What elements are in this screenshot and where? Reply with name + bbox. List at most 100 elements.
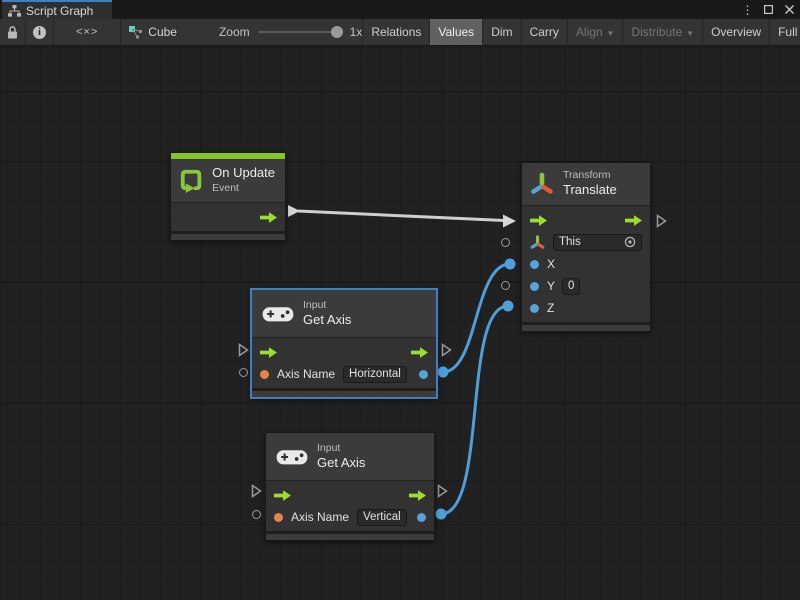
y-value: 0: [568, 280, 574, 292]
info-icon: i: [33, 26, 46, 39]
port-flow-in-unconnected[interactable]: [237, 343, 249, 357]
axis-name-value: Vertical: [363, 511, 401, 523]
node-get-axis-horizontal[interactable]: Input Get Axis Axis Name Horizontal: [251, 289, 437, 398]
port-flow-out-unconnected[interactable]: [440, 343, 452, 357]
flow-in-port[interactable]: [274, 490, 291, 501]
port-row-y: Y 0: [522, 275, 650, 297]
node-footer: [266, 531, 434, 540]
fullscreen-label: Full Screen: [778, 25, 800, 39]
port-flow-out-unconnected[interactable]: [655, 214, 667, 228]
maximize-icon[interactable]: [760, 1, 777, 18]
node-get-axis-vertical[interactable]: Input Get Axis Axis Name Vertical: [265, 432, 435, 541]
relations-label: Relations: [371, 25, 421, 39]
toolbar-right-group: Relations Values Dim Carry Align▼ Distri…: [362, 19, 800, 45]
flow-out-port[interactable]: [409, 490, 426, 501]
port-flow-in-unconnected[interactable]: [250, 484, 262, 498]
gamepad-icon: [276, 447, 308, 467]
graph-owner-ref[interactable]: Cube: [121, 19, 185, 45]
axis-name-field[interactable]: Horizontal: [343, 366, 407, 383]
node-titles: Input Get Axis: [303, 299, 351, 328]
value-in-port-y[interactable]: [530, 282, 539, 291]
lock-button[interactable]: [0, 19, 26, 45]
port-row-flow: [171, 206, 285, 228]
axis-name-value: Horizontal: [349, 368, 401, 380]
node-header[interactable]: Input Get Axis: [266, 433, 434, 480]
distribute-button[interactable]: Distribute▼: [623, 19, 703, 45]
gamepad-icon: [262, 304, 294, 324]
target-picker-icon[interactable]: [624, 236, 636, 248]
port-value-in-unconnected[interactable]: [237, 365, 249, 379]
flow-out-port[interactable]: [625, 215, 642, 226]
value-out-port[interactable]: [419, 370, 428, 379]
node-footer: [171, 231, 285, 240]
node-header[interactable]: Input Get Axis: [252, 290, 436, 337]
port-row-x: X: [522, 253, 650, 275]
node-translate[interactable]: Transform Translate Thi: [521, 162, 651, 332]
port-label-x: X: [547, 257, 555, 271]
y-value-field[interactable]: 0: [562, 278, 580, 295]
node-header[interactable]: On Update Event: [171, 159, 285, 202]
value-out-port[interactable]: [417, 513, 426, 522]
node-footer: [522, 322, 650, 331]
flow-in-port[interactable]: [260, 347, 277, 358]
carry-label: Carry: [530, 25, 559, 39]
port-row-z: Z: [522, 297, 650, 319]
flow-out-port[interactable]: [260, 212, 277, 223]
node-on-update[interactable]: On Update Event: [170, 152, 286, 241]
dim-button[interactable]: Dim: [483, 19, 521, 45]
port-flow-out-unconnected[interactable]: [436, 484, 448, 498]
axis-name-field[interactable]: Vertical: [357, 509, 407, 526]
window-controls: ⋮: [739, 0, 798, 19]
circle-port-icon: [252, 510, 261, 519]
node-header[interactable]: Transform Translate: [522, 163, 650, 205]
edit-graph-button[interactable]: <×>: [54, 19, 121, 45]
wire-value-horizontal-x[interactable]: [438, 259, 516, 378]
title-bar: Script Graph ⋮: [0, 0, 800, 19]
circle-port-icon: [501, 281, 510, 290]
transform-port-icon[interactable]: [530, 235, 545, 250]
zoom-slider[interactable]: [258, 31, 342, 33]
node-titles: Transform Translate: [563, 169, 617, 198]
flow-in-port[interactable]: [530, 215, 547, 226]
fullscreen-button[interactable]: Full Screen: [770, 19, 800, 45]
node-titles: On Update Event: [212, 165, 275, 194]
distribute-label: Distribute: [631, 25, 682, 39]
relations-button[interactable]: Relations: [363, 19, 430, 45]
kebab-menu-icon[interactable]: ⋮: [739, 1, 756, 18]
value-in-port-z[interactable]: [530, 304, 539, 313]
transform-icon: [530, 172, 554, 196]
node-footer: [252, 388, 436, 397]
inspect-button[interactable]: i: [26, 19, 54, 45]
wire-control-onupdate-translate[interactable]: [288, 205, 516, 228]
port-row-flow: [522, 209, 650, 231]
tab-label: Script Graph: [26, 4, 93, 18]
flow-out-port[interactable]: [411, 347, 428, 358]
values-button[interactable]: Values: [430, 19, 483, 45]
graph-canvas[interactable]: On Update Event Tran: [0, 46, 800, 600]
graph-owner-label: Cube: [148, 25, 177, 39]
close-icon[interactable]: [781, 1, 798, 18]
port-value-in-unconnected[interactable]: [250, 507, 262, 521]
carry-button[interactable]: Carry: [522, 19, 568, 45]
string-in-port[interactable]: [260, 370, 269, 379]
zoom-slider-handle[interactable]: [331, 26, 343, 38]
port-target-in-unconnected[interactable]: [499, 235, 511, 249]
axis-name-label: Axis Name: [291, 510, 349, 524]
values-label: Values: [438, 25, 474, 39]
node-title: Translate: [563, 182, 617, 198]
value-in-port-x[interactable]: [530, 260, 539, 269]
axis-name-label: Axis Name: [277, 367, 335, 381]
script-graph-window: Script Graph ⋮ i <×>: [0, 0, 800, 600]
port-label-y: Y: [547, 279, 555, 293]
script-graph-icon: [8, 5, 21, 17]
align-button[interactable]: Align▼: [568, 19, 624, 45]
string-in-port[interactable]: [274, 513, 283, 522]
node-subtitle: Transform: [563, 169, 617, 182]
port-y-in-unconnected[interactable]: [499, 278, 511, 292]
loop-icon: [179, 165, 203, 195]
tab-script-graph[interactable]: Script Graph: [2, 0, 112, 19]
toolbar-left-group: i <×>: [0, 19, 121, 45]
overview-button[interactable]: Overview: [703, 19, 770, 45]
node-subtitle: Input: [303, 299, 351, 312]
target-object-field[interactable]: This: [553, 234, 642, 251]
